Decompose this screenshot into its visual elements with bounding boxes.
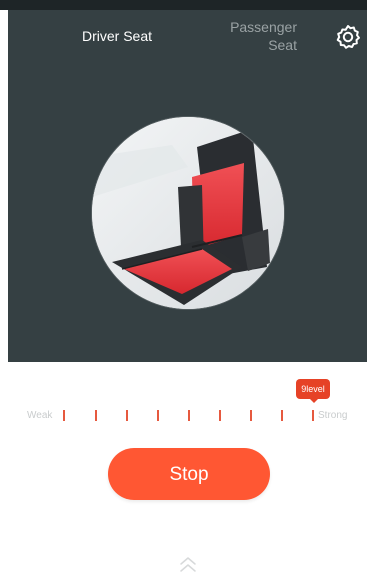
slider-tick xyxy=(250,410,252,421)
slider-tick xyxy=(281,410,283,421)
slider-tick xyxy=(312,410,314,421)
strong-label: Strong xyxy=(318,410,348,421)
seat-photo xyxy=(92,117,284,309)
slider-tick xyxy=(63,410,65,421)
slider-tick xyxy=(219,410,221,421)
slider-tick xyxy=(188,410,190,421)
stop-button[interactable]: Stop xyxy=(108,448,270,500)
tab-passenger-seat[interactable]: Passenger Seat xyxy=(205,18,297,54)
slider-tick xyxy=(126,410,128,421)
level-badge: 9level xyxy=(296,379,330,403)
app-screen: Driver Seat Passenger Seat 9level Weak S… xyxy=(0,0,367,584)
weak-label: Weak xyxy=(27,410,53,421)
status-bar xyxy=(0,0,367,10)
tab-driver-seat[interactable]: Driver Seat xyxy=(82,27,172,45)
gear-icon[interactable] xyxy=(334,23,362,51)
slider-tick xyxy=(95,410,97,421)
slider-tick xyxy=(157,410,159,421)
chevron-up-icon[interactable] xyxy=(176,555,200,575)
